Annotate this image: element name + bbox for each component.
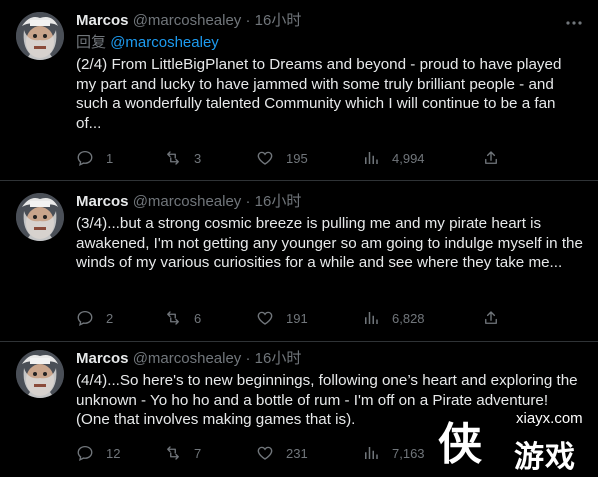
author-handle[interactable]: @marcoshealey bbox=[133, 12, 242, 29]
views-count: 6,828 bbox=[392, 310, 425, 326]
like-button[interactable]: 195 bbox=[256, 149, 308, 167]
retweet-button[interactable]: 7 bbox=[164, 444, 201, 462]
share-icon bbox=[485, 311, 497, 324]
like-count: 195 bbox=[286, 150, 308, 166]
reply-context: 回复 @marcoshealey bbox=[76, 33, 584, 53]
tweet-2[interactable]: Marcos @marcoshealey · 16小时 (3/4)...but … bbox=[0, 181, 598, 341]
author-name[interactable]: Marcos bbox=[76, 350, 129, 367]
tweet-header: Marcos @marcoshealey · 16小时 bbox=[76, 11, 584, 31]
watermark: 侠 xiayx.com 游戏 bbox=[428, 404, 598, 477]
retweet-button[interactable]: 3 bbox=[164, 149, 201, 167]
watermark-glyph: 侠 bbox=[438, 419, 482, 470]
watermark-site: xiayx.com bbox=[516, 410, 583, 427]
retweet-icon bbox=[167, 446, 179, 460]
like-count: 231 bbox=[286, 445, 308, 461]
tweet-header: Marcos @marcoshealey · 16小时 bbox=[76, 192, 584, 212]
timestamp[interactable]: 16小时 bbox=[255, 12, 302, 29]
reply-icon bbox=[77, 150, 93, 166]
avatar[interactable] bbox=[16, 350, 64, 398]
views-icon bbox=[365, 447, 378, 459]
reply-button[interactable]: 12 bbox=[76, 444, 120, 462]
like-button[interactable]: 191 bbox=[256, 309, 308, 327]
tweet-text: (3/4)...but a strong cosmic breeze is pu… bbox=[76, 215, 583, 271]
views-button[interactable]: 4,994 bbox=[362, 149, 425, 167]
reply-count: 1 bbox=[106, 150, 114, 166]
separator-dot: · bbox=[245, 12, 251, 29]
like-count: 191 bbox=[286, 310, 308, 326]
views-button[interactable]: 7,163 bbox=[362, 444, 425, 462]
share-icon bbox=[485, 151, 497, 164]
action-bar: 1 3 195 4,994 bbox=[76, 149, 506, 169]
reply-button[interactable]: 2 bbox=[76, 309, 113, 327]
tweet-header: Marcos @marcoshealey · 16小时 bbox=[76, 349, 584, 369]
retweet-icon bbox=[167, 151, 179, 165]
author-name[interactable]: Marcos bbox=[76, 193, 129, 210]
reply-label: 回复 bbox=[76, 34, 107, 51]
more-icon[interactable] bbox=[564, 13, 584, 33]
views-icon bbox=[365, 152, 378, 164]
like-button[interactable]: 231 bbox=[256, 444, 308, 462]
reply-icon bbox=[77, 310, 93, 326]
like-icon bbox=[257, 311, 273, 325]
share-button[interactable] bbox=[482, 309, 500, 327]
like-icon bbox=[257, 446, 273, 460]
avatar[interactable] bbox=[16, 12, 64, 60]
watermark-name: 游戏 bbox=[514, 440, 576, 475]
author-handle[interactable]: @marcoshealey bbox=[133, 193, 242, 210]
timestamp[interactable]: 16小时 bbox=[255, 193, 302, 210]
retweet-count: 7 bbox=[194, 445, 202, 461]
tweet-text: (2/4) From LittleBigPlanet to Dreams and… bbox=[76, 56, 562, 132]
timestamp[interactable]: 16小时 bbox=[255, 350, 302, 367]
reply-count: 2 bbox=[106, 310, 114, 326]
reply-mention-link[interactable]: @marcoshealey bbox=[110, 34, 219, 51]
reply-icon bbox=[77, 445, 93, 461]
share-button[interactable] bbox=[482, 149, 500, 167]
views-button[interactable]: 6,828 bbox=[362, 309, 425, 327]
separator-dot: · bbox=[245, 193, 251, 210]
views-count: 7,163 bbox=[392, 445, 425, 461]
avatar[interactable] bbox=[16, 193, 64, 241]
retweet-count: 3 bbox=[194, 150, 202, 166]
reply-button[interactable]: 1 bbox=[76, 149, 113, 167]
retweet-count: 6 bbox=[194, 310, 202, 326]
action-bar: 2 6 191 6,828 bbox=[76, 309, 506, 329]
author-name[interactable]: Marcos bbox=[76, 12, 129, 29]
separator-dot: · bbox=[245, 350, 251, 367]
reply-count: 12 bbox=[106, 445, 121, 461]
like-icon bbox=[257, 151, 273, 165]
views-icon bbox=[365, 312, 378, 324]
retweet-button[interactable]: 6 bbox=[164, 309, 201, 327]
retweet-icon bbox=[167, 311, 179, 325]
views-count: 4,994 bbox=[392, 150, 425, 166]
tweet-1[interactable]: Marcos @marcoshealey · 16小时 回复 @marcoshe… bbox=[0, 0, 598, 180]
author-handle[interactable]: @marcoshealey bbox=[133, 350, 242, 367]
